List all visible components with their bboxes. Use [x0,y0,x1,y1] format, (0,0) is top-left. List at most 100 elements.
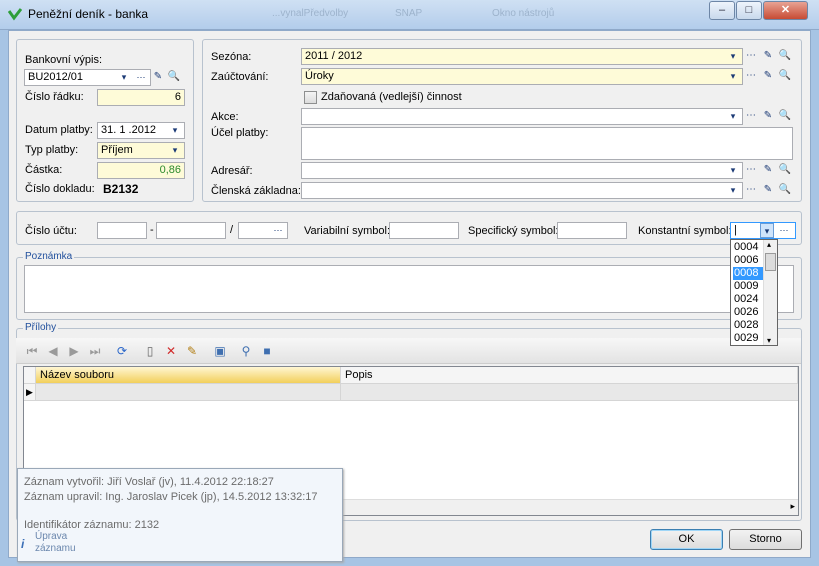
column-header-popis[interactable]: Popis [341,367,798,384]
save-icon[interactable]: ■ [259,343,275,359]
adresar-field[interactable]: ▾ [301,162,743,179]
chevron-down-icon[interactable]: ▾ [117,70,131,85]
preview-icon[interactable]: ▣ [212,343,228,359]
scroll-right-icon[interactable]: ▸ [790,501,795,512]
edit-icon[interactable]: ✎ [761,109,775,124]
clenska-zakladna-label: Členská základna: [211,185,301,197]
edit-icon[interactable]: ✎ [151,70,165,85]
bankovni-vypis-field[interactable]: BU2012/01 ▾ ⋯ [24,69,151,86]
title-bar: Peněžní deník - banka ...vynalPředvolby … [0,0,819,30]
clenska-zakladna-field[interactable]: ▾ [301,182,743,199]
dropdown-option[interactable]: 0028 [733,319,763,332]
chevron-down-icon[interactable]: ▾ [726,69,740,84]
ellipsis-icon[interactable]: ⋯ [744,109,758,124]
find-icon[interactable]: ⚲ [238,343,254,359]
akce-field[interactable]: ▾ [301,108,743,125]
search-icon[interactable]: 🔍 [778,69,792,84]
ucel-platby-label: Účel platby: [211,127,269,139]
ok-button[interactable]: OK [650,529,723,550]
ellipsis-icon[interactable]: ⋯ [134,70,148,85]
datum-platby-field[interactable]: 31. 1 .2012 ▾ [97,122,185,139]
zauctovani-field[interactable]: Úroky ▾ [301,68,743,85]
ellipsis-icon[interactable]: ⋯ [744,163,758,178]
minimize-button[interactable]: – [709,1,735,20]
cislo-dokladu-label: Číslo dokladu: [25,183,95,195]
search-icon[interactable]: 🔍 [778,109,792,124]
refresh-icon[interactable]: ⟳ [114,343,130,359]
first-record-icon[interactable]: ⏮ [24,343,40,359]
specificky-symbol-field[interactable] [557,222,627,239]
ellipsis-icon[interactable]: ⋯ [744,69,758,84]
cislo-radku-field[interactable]: 6 [97,89,185,106]
scroll-up-icon[interactable]: ▴ [767,240,771,249]
current-row-arrow-icon: ▶ [24,384,36,401]
dropdown-option[interactable]: 0026 [733,306,763,319]
table-row[interactable] [36,384,341,401]
zaznamu-label: záznamu [35,543,76,554]
chevron-down-icon[interactable]: ▾ [726,183,740,198]
typ-platby-label: Typ platby: [25,144,79,156]
maximize-button[interactable]: □ [736,1,762,20]
dropdown-scrollbar[interactable]: ▴ ▾ [763,240,777,345]
ellipsis-icon[interactable]: ⋯ [744,183,758,198]
record-info-trigger[interactable]: i Úprava záznamu [17,531,97,561]
edit-icon[interactable]: ✎ [761,49,775,64]
account-prefix-field[interactable] [97,222,147,239]
table-row-cell[interactable] [341,384,798,401]
previous-record-icon[interactable]: ◀ [45,343,61,359]
zdanovana-label: Zdaňovaná (vedlejší) činnost [321,91,462,103]
konstantni-symbol-field[interactable]: | ▾ ⋯ [730,222,796,239]
background-window-text: SNAP [395,8,423,19]
prilohy-title: Přílohy [23,322,59,333]
chevron-down-icon[interactable]: ▾ [726,109,740,124]
close-button[interactable]: ✕ [763,1,808,20]
search-icon[interactable]: 🔍 [778,163,792,178]
cislo-dokladu-value: B2132 [103,182,139,196]
zdanovana-checkbox[interactable] [304,91,317,104]
edit-icon[interactable]: ✎ [761,183,775,198]
sezona-field[interactable]: 2011 / 2012 ▾ [301,48,743,65]
search-icon[interactable]: 🔍 [778,49,792,64]
ellipsis-icon[interactable]: ⋯ [744,49,758,64]
app-logo-icon [8,8,22,21]
scrollbar-thumb[interactable] [765,253,776,271]
castka-field[interactable]: 0,86 [97,162,185,179]
storno-button[interactable]: Storno [729,529,802,550]
dropdown-option[interactable]: 0004 [733,241,763,254]
edit-document-icon[interactable]: ✎ [184,343,200,359]
chevron-down-icon[interactable]: ▾ [726,49,740,64]
ellipsis-icon[interactable]: ⋯ [777,223,791,238]
chevron-down-icon[interactable]: ▾ [726,163,740,178]
chevron-down-icon[interactable]: ▾ [760,223,774,238]
payment-group: Bankovní výpis: BU2012/01 ▾ ⋯ ✎ 🔍 Číslo … [16,39,194,202]
dropdown-option[interactable]: 0029 [733,332,763,345]
chevron-down-icon[interactable]: ▾ [168,123,182,138]
last-record-icon[interactable]: ⏭ [87,343,103,359]
konstantni-symbol-dropdown[interactable]: 0004 0006 0008 0009 0024 0026 0028 0029 ▴ ▾ [730,239,778,346]
close-icon: ✕ [780,4,791,16]
chevron-down-icon[interactable]: ▾ [168,143,182,158]
edit-icon[interactable]: ✎ [761,69,775,84]
scroll-down-icon[interactable]: ▾ [767,336,771,345]
poznamka-field[interactable] [24,265,794,313]
account-row-group: Číslo účtu: - / ⋯ Variabilní symbol: Spe… [16,211,802,245]
ellipsis-icon[interactable]: ⋯ [271,223,285,238]
ucel-platby-field[interactable] [301,127,793,160]
account-number-field[interactable] [156,222,226,239]
new-document-icon[interactable]: ▯ [142,343,158,359]
next-record-icon[interactable]: ▶ [66,343,82,359]
search-icon[interactable]: 🔍 [778,183,792,198]
typ-platby-select[interactable]: Příjem ▾ [97,142,185,159]
accounting-group: Sezóna: 2011 / 2012 ▾ ⋯ ✎ 🔍 Zaúčtování: … [202,39,802,202]
bank-code-field[interactable]: ⋯ [238,222,288,239]
search-icon[interactable]: 🔍 [167,70,181,85]
dropdown-option[interactable]: 0006 [733,254,763,267]
column-header-nazev[interactable]: Název souboru [36,367,341,384]
edit-icon[interactable]: ✎ [761,163,775,178]
dropdown-option[interactable]: 0024 [733,293,763,306]
variabilni-symbol-field[interactable] [389,222,459,239]
dropdown-option[interactable]: 0009 [733,280,763,293]
delete-icon[interactable]: ✕ [163,343,179,359]
cislo-radku-label: Číslo řádku: [25,91,84,103]
dropdown-option[interactable]: 0008 [733,267,763,280]
